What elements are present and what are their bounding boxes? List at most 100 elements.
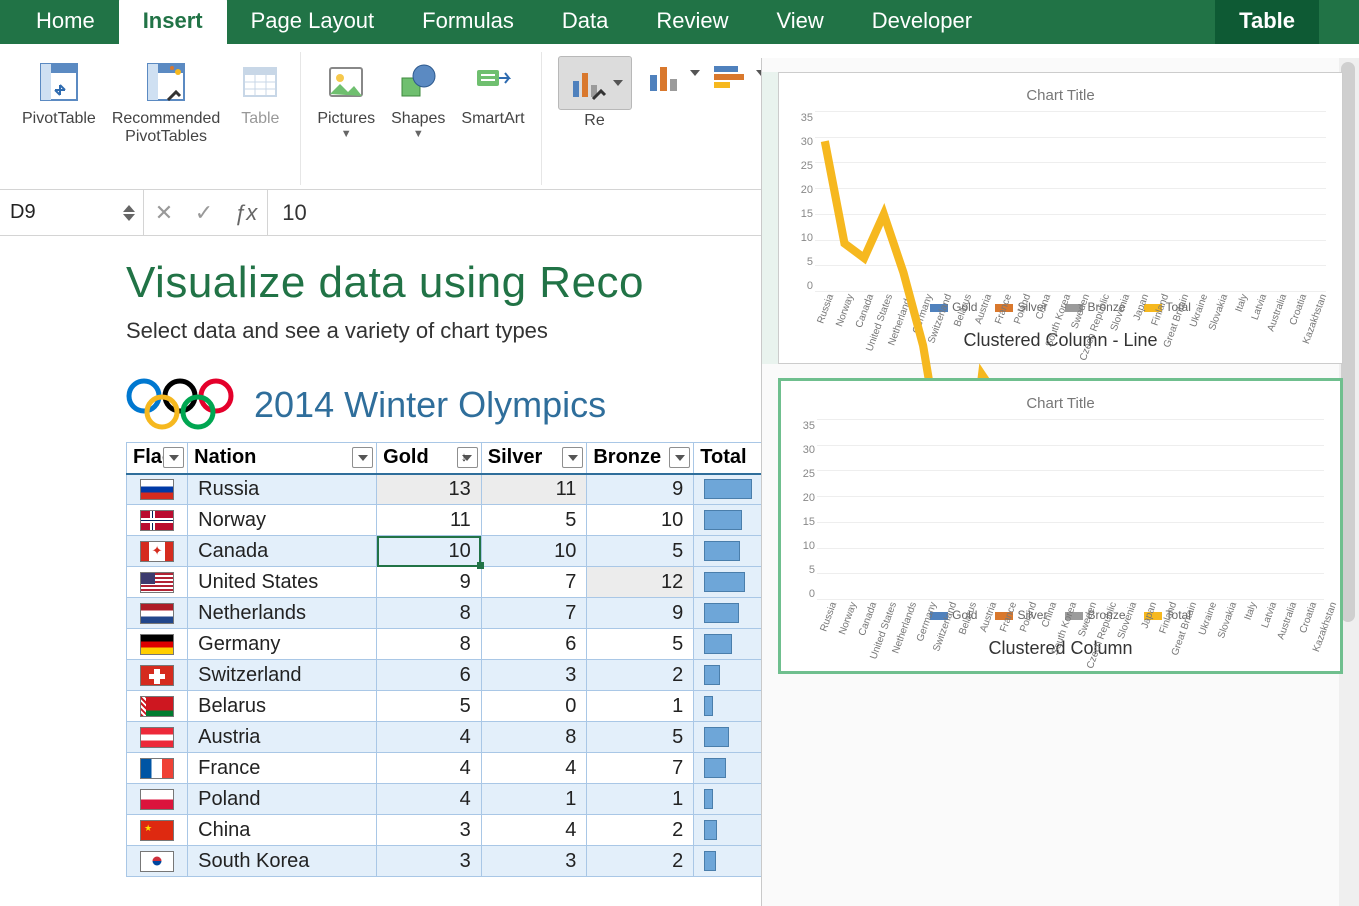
total-bar-cell[interactable] (694, 536, 766, 567)
silver-cell[interactable]: 5 (481, 505, 587, 536)
nation-cell[interactable]: France (188, 753, 377, 784)
table-row[interactable]: Switzerland632 (127, 660, 766, 691)
col-bronze[interactable]: Bronze (587, 443, 694, 474)
nation-cell[interactable]: Austria (188, 722, 377, 753)
gold-cell[interactable]: 10 (377, 536, 482, 567)
silver-cell[interactable]: 10 (481, 536, 587, 567)
smartart-button[interactable]: SmartArt (455, 52, 530, 185)
silver-cell[interactable]: 3 (481, 660, 587, 691)
nation-cell[interactable]: Netherlands (188, 598, 377, 629)
chart-card-clustered-column[interactable]: Chart Title 35302520151050RussiaNorwayCa… (778, 378, 1343, 674)
bronze-cell[interactable]: 7 (587, 753, 694, 784)
total-bar-cell[interactable] (694, 691, 766, 722)
silver-cell[interactable]: 8 (481, 722, 587, 753)
table-row[interactable]: Belarus501 (127, 691, 766, 722)
nation-cell[interactable]: Norway (188, 505, 377, 536)
table-row[interactable]: ✦Canada10105 (127, 536, 766, 567)
tab-insert[interactable]: Insert (119, 0, 227, 44)
gold-cell[interactable]: 3 (377, 815, 482, 846)
bronze-cell[interactable]: 5 (587, 629, 694, 660)
filter-button[interactable] (562, 447, 583, 468)
silver-cell[interactable]: 11 (481, 474, 587, 505)
nation-cell[interactable]: United States (188, 567, 377, 598)
col-flag[interactable]: Flag (127, 443, 188, 474)
nation-cell[interactable]: Switzerland (188, 660, 377, 691)
col-gold[interactable]: Gold (377, 443, 482, 474)
total-bar-cell[interactable] (694, 722, 766, 753)
olympics-table[interactable]: FlagNationGoldSilverBronzeTotal Russia13… (126, 442, 766, 877)
silver-cell[interactable]: 4 (481, 815, 587, 846)
bronze-cell[interactable]: 9 (587, 598, 694, 629)
gold-cell[interactable]: 6 (377, 660, 482, 691)
accept-formula-button[interactable]: ✓ (184, 200, 224, 226)
col-silver[interactable]: Silver (481, 443, 587, 474)
recommended-charts-button[interactable]: Re (552, 52, 638, 185)
silver-cell[interactable]: 6 (481, 629, 587, 660)
total-bar-cell[interactable] (694, 784, 766, 815)
nation-cell[interactable]: South Korea (188, 846, 377, 877)
table-row[interactable]: Germany865 (127, 629, 766, 660)
table-row[interactable]: United States9712 (127, 567, 766, 598)
total-bar-cell[interactable] (694, 474, 766, 505)
total-bar-cell[interactable] (694, 815, 766, 846)
col-nation[interactable]: Nation (188, 443, 377, 474)
gold-cell[interactable]: 4 (377, 722, 482, 753)
filter-button[interactable] (163, 447, 184, 468)
bronze-cell[interactable]: 5 (587, 536, 694, 567)
total-bar-cell[interactable] (694, 629, 766, 660)
cancel-formula-button[interactable]: ✕ (144, 200, 184, 226)
bronze-cell[interactable]: 1 (587, 691, 694, 722)
silver-cell[interactable]: 1 (481, 784, 587, 815)
table-row[interactable]: Russia13119 (127, 474, 766, 505)
table-row[interactable]: Norway11510 (127, 505, 766, 536)
table-row[interactable]: Poland411 (127, 784, 766, 815)
tab-view[interactable]: View (752, 0, 847, 44)
total-bar-cell[interactable] (694, 505, 766, 536)
filter-button[interactable] (669, 447, 690, 468)
pictures-button[interactable]: Pictures ▼ (311, 52, 381, 185)
tab-review[interactable]: Review (632, 0, 752, 44)
nation-cell[interactable]: Canada (188, 536, 377, 567)
gold-cell[interactable]: 5 (377, 691, 482, 722)
nation-cell[interactable]: China (188, 815, 377, 846)
table-row[interactable]: France447 (127, 753, 766, 784)
chart-card-clustered-column-line[interactable]: Chart Title 35302520151050RussiaNorwayCa… (778, 72, 1343, 364)
gold-cell[interactable]: 11 (377, 505, 482, 536)
silver-cell[interactable]: 0 (481, 691, 587, 722)
total-bar-cell[interactable] (694, 598, 766, 629)
bronze-cell[interactable]: 2 (587, 660, 694, 691)
table-row[interactable]: Austria485 (127, 722, 766, 753)
bronze-cell[interactable]: 9 (587, 474, 694, 505)
bronze-cell[interactable]: 2 (587, 846, 694, 877)
bronze-cell[interactable]: 10 (587, 505, 694, 536)
column-chart-button[interactable] (642, 56, 688, 98)
total-bar-cell[interactable] (694, 567, 766, 598)
gold-cell[interactable]: 9 (377, 567, 482, 598)
total-bar-cell[interactable] (694, 753, 766, 784)
gold-cell[interactable]: 8 (377, 629, 482, 660)
name-box[interactable]: D9 (0, 190, 144, 235)
recommended-pivottables-button[interactable]: Recommended PivotTables (106, 52, 227, 185)
formula-value[interactable]: 10 (268, 200, 306, 226)
bar-chart-button[interactable] (708, 56, 754, 98)
shapes-button[interactable]: Shapes ▼ (385, 52, 451, 185)
gold-cell[interactable]: 13 (377, 474, 482, 505)
table-row[interactable]: South Korea332 (127, 846, 766, 877)
nation-cell[interactable]: Belarus (188, 691, 377, 722)
fx-button[interactable]: ƒx (224, 190, 268, 235)
col-total[interactable]: Total (694, 443, 766, 474)
silver-cell[interactable]: 3 (481, 846, 587, 877)
gold-cell[interactable]: 3 (377, 846, 482, 877)
pivottable-button[interactable]: PivotTable (16, 52, 102, 185)
gold-cell[interactable]: 4 (377, 784, 482, 815)
silver-cell[interactable]: 4 (481, 753, 587, 784)
tab-formulas[interactable]: Formulas (398, 0, 538, 44)
filter-button[interactable] (457, 447, 478, 468)
filter-button[interactable] (352, 447, 373, 468)
tab-data[interactable]: Data (538, 0, 632, 44)
tab-developer[interactable]: Developer (848, 0, 996, 44)
tab-page-layout[interactable]: Page Layout (227, 0, 399, 44)
table-button[interactable]: Table (230, 52, 290, 185)
bronze-cell[interactable]: 12 (587, 567, 694, 598)
table-row[interactable]: ★China342 (127, 815, 766, 846)
